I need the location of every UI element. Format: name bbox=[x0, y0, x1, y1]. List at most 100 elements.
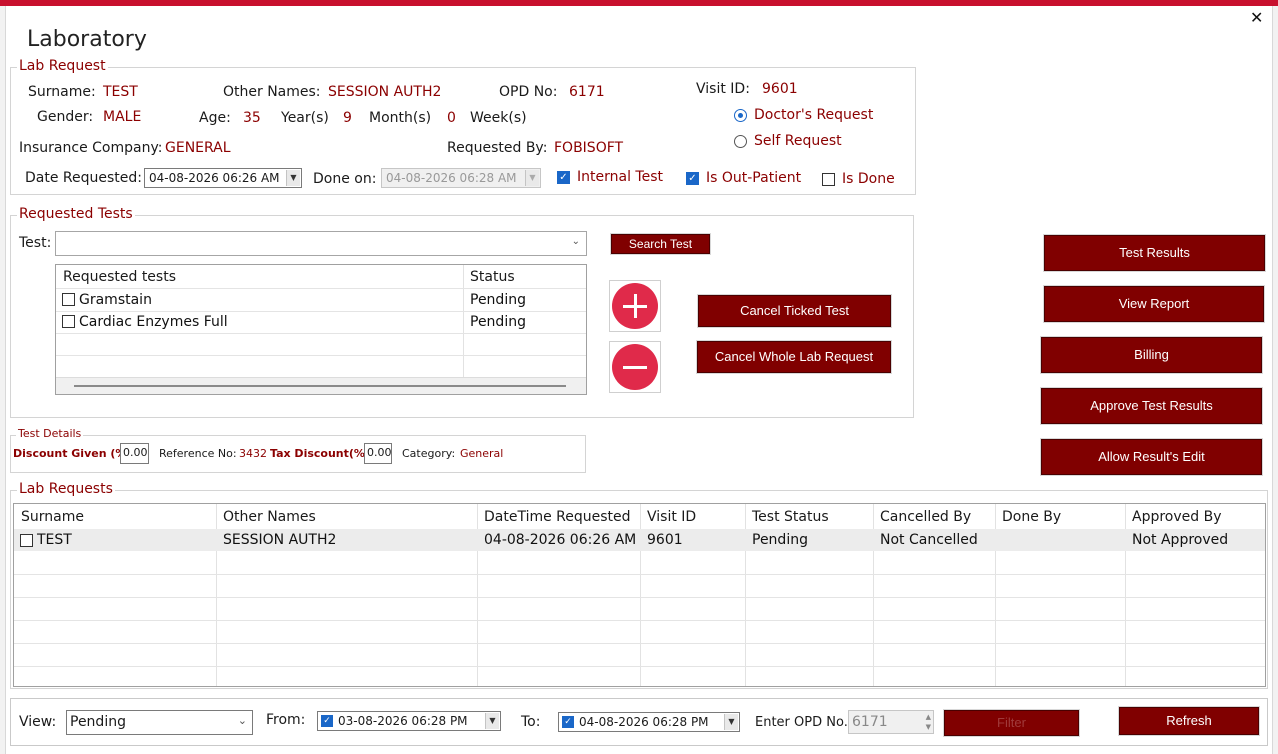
view-report-button[interactable]: View Report bbox=[1044, 286, 1264, 322]
row-divider bbox=[14, 620, 1265, 621]
requested-tests-col-header: Requested tests bbox=[63, 269, 176, 285]
from-enable-checkbox[interactable]: ✓ bbox=[321, 715, 333, 727]
gender-label: Gender: bbox=[37, 109, 94, 125]
chevron-down-icon[interactable]: ⌄ bbox=[572, 236, 580, 247]
to-enable-checkbox[interactable]: ✓ bbox=[562, 716, 574, 728]
is-done-checkbox[interactable] bbox=[822, 173, 835, 186]
view-select[interactable]: Pending ⌄ bbox=[66, 710, 253, 735]
opd-no-value: 6171 bbox=[569, 84, 605, 100]
other-names-col-header[interactable]: Other Names bbox=[217, 509, 316, 525]
months-value: 9 bbox=[343, 110, 352, 126]
approved-by-col-header[interactable]: Approved By bbox=[1126, 509, 1222, 525]
row-divider bbox=[14, 597, 1265, 598]
doctors-request-label: Doctor's Request bbox=[754, 107, 874, 123]
other-names-label: Other Names: bbox=[223, 84, 321, 100]
done-on-label: Done on: bbox=[313, 171, 377, 187]
cancel-whole-request-button[interactable]: Cancel Whole Lab Request bbox=[697, 341, 891, 373]
row-datetime: 04-08-2026 06:26 AM bbox=[484, 532, 637, 548]
billing-button[interactable]: Billing bbox=[1041, 337, 1262, 373]
is-done-label: Is Done bbox=[842, 171, 895, 187]
out-patient-checkbox[interactable]: ✓ bbox=[686, 172, 699, 185]
done-on-picker[interactable]: 04-08-2026 06:28 AM ▼ bbox=[381, 168, 541, 188]
chevron-down-icon[interactable]: ⌄ bbox=[238, 714, 247, 727]
weeks-value: 0 bbox=[447, 110, 456, 126]
test-status-cell: Pending bbox=[470, 314, 526, 330]
requested-tests-grid: Requested tests Status Gramstain Pending… bbox=[55, 264, 587, 395]
visit-id-label: Visit ID: bbox=[696, 81, 750, 97]
to-date-picker[interactable]: ✓ 04-08-2026 06:28 PM ▼ bbox=[558, 712, 740, 732]
row-divider bbox=[14, 643, 1265, 644]
table-row[interactable]: TEST SESSION AUTH2 04-08-2026 06:26 AM 9… bbox=[14, 529, 1265, 551]
done-on-dropdown-icon: ▼ bbox=[525, 170, 539, 186]
cancel-ticked-test-button[interactable]: Cancel Ticked Test bbox=[698, 295, 891, 327]
row-surname: TEST bbox=[37, 532, 72, 548]
from-date-picker[interactable]: ✓ 03-08-2026 06:28 PM ▼ bbox=[317, 711, 501, 731]
plus-icon bbox=[612, 283, 658, 329]
doctors-request-radio[interactable] bbox=[734, 109, 747, 122]
opd-filter-label: Enter OPD No. bbox=[755, 715, 848, 730]
datetime-col-header[interactable]: DateTime Requested bbox=[478, 509, 631, 525]
row-other-names: SESSION AUTH2 bbox=[223, 532, 337, 548]
test-combo[interactable]: ⌄ bbox=[55, 231, 587, 256]
lab-request-legend: Lab Request bbox=[17, 58, 108, 74]
calendar-dropdown-icon[interactable]: ▼ bbox=[724, 714, 738, 730]
age-value: 35 bbox=[243, 110, 261, 126]
lab-requests-grid: Surname Other Names DateTime Requested V… bbox=[13, 503, 1266, 687]
self-request-radio[interactable] bbox=[734, 135, 747, 148]
scrollbar-thumb[interactable] bbox=[74, 385, 566, 387]
allow-edit-button[interactable]: Allow Result's Edit bbox=[1041, 439, 1262, 475]
calendar-dropdown-icon[interactable]: ▼ bbox=[286, 170, 300, 186]
test-name-cell: Cardiac Enzymes Full bbox=[79, 314, 228, 330]
internal-test-label: Internal Test bbox=[577, 169, 663, 185]
test-name-cell: Gramstain bbox=[79, 292, 152, 308]
weeks-label: Week(s) bbox=[470, 110, 527, 126]
horizontal-scrollbar[interactable] bbox=[56, 377, 586, 394]
date-requested-picker[interactable]: 04-08-2026 06:26 AM ▼ bbox=[144, 168, 302, 188]
close-icon[interactable]: ✕ bbox=[1250, 8, 1263, 27]
surname-col-header[interactable]: Surname bbox=[15, 509, 84, 525]
row-approved-by: Not Approved bbox=[1132, 532, 1229, 548]
done-by-col-header[interactable]: Done By bbox=[996, 509, 1061, 525]
row-cancelled-by: Not Cancelled bbox=[880, 532, 978, 548]
view-label: View: bbox=[19, 714, 57, 730]
requested-by-label: Requested By: bbox=[447, 140, 548, 156]
to-date-value: 04-08-2026 06:28 PM bbox=[579, 715, 709, 729]
test-status-col-header[interactable]: Test Status bbox=[746, 509, 829, 525]
row-divider bbox=[14, 574, 1265, 575]
reference-label: Reference No: bbox=[159, 447, 237, 460]
surname-value: TEST bbox=[103, 84, 138, 100]
internal-test-checkbox[interactable]: ✓ bbox=[557, 171, 570, 184]
opd-no-label: OPD No: bbox=[499, 84, 558, 100]
opd-filter-input[interactable]: 6171 ▲ ▼ bbox=[848, 710, 934, 734]
calendar-dropdown-icon[interactable]: ▼ bbox=[485, 713, 499, 729]
requested-by-value: FOBISOFT bbox=[554, 140, 624, 156]
years-label: Year(s) bbox=[281, 110, 329, 126]
remove-test-button[interactable] bbox=[609, 341, 661, 393]
spinner-arrows-icon[interactable]: ▲ ▼ bbox=[926, 712, 931, 732]
row-divider bbox=[56, 355, 586, 356]
visit-id-col-header[interactable]: Visit ID bbox=[641, 509, 696, 525]
refresh-button[interactable]: Refresh bbox=[1119, 707, 1259, 735]
window-top-bar bbox=[0, 0, 1278, 6]
add-test-button[interactable] bbox=[609, 280, 661, 332]
search-test-button[interactable]: Search Test bbox=[611, 234, 710, 254]
discount-input[interactable]: 0.00 bbox=[120, 443, 149, 464]
table-row[interactable]: Gramstain Pending bbox=[56, 289, 586, 311]
self-request-label: Self Request bbox=[754, 133, 842, 149]
view-value: Pending bbox=[70, 714, 126, 730]
window-title: Laboratory bbox=[27, 27, 147, 52]
insurance-label: Insurance Company: bbox=[19, 140, 163, 156]
test-status-cell: Pending bbox=[470, 292, 526, 308]
test-results-button[interactable]: Test Results bbox=[1044, 235, 1265, 271]
filter-button[interactable]: Filter bbox=[944, 710, 1079, 736]
cancelled-by-col-header[interactable]: Cancelled By bbox=[874, 509, 971, 525]
test-details-legend: Test Details bbox=[16, 427, 84, 440]
approve-results-button[interactable]: Approve Test Results bbox=[1041, 388, 1262, 424]
tax-discount-label: Tax Discount(%) bbox=[270, 447, 370, 460]
row-divider bbox=[14, 666, 1265, 667]
table-row[interactable]: Cardiac Enzymes Full Pending bbox=[56, 312, 586, 334]
done-on-value: 04-08-2026 06:28 AM bbox=[386, 171, 517, 185]
to-label: To: bbox=[521, 714, 541, 730]
reference-value: 3432 bbox=[239, 447, 267, 460]
tax-discount-input[interactable]: 0.00 bbox=[364, 443, 392, 464]
